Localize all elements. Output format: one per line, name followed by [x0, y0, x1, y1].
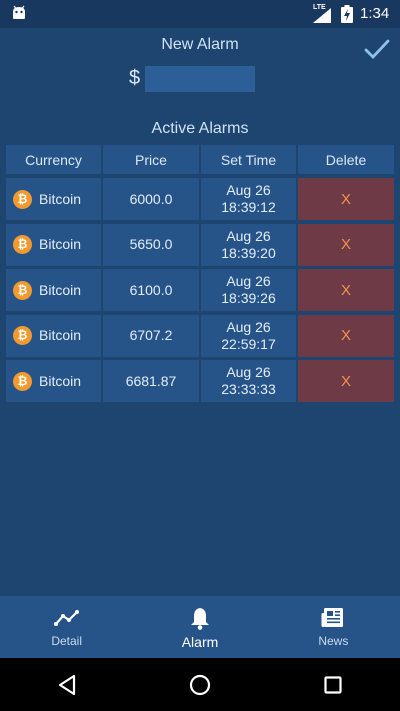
currency-cell: ₿ Bitcoin [6, 314, 101, 357]
nav-label: Alarm [181, 634, 219, 650]
set-time-cell: Aug 26 18:39:20 [201, 223, 296, 266]
column-header-set-time: Set Time [201, 145, 296, 174]
alarm-price-input[interactable] [145, 66, 255, 92]
set-time: 18:39:26 [221, 290, 276, 306]
set-time-cell: Aug 26 18:39:12 [201, 178, 296, 220]
set-time-cell: Aug 26 22:59:17 [201, 314, 296, 357]
set-date: Aug 26 [226, 364, 271, 380]
page-title: New Alarm [161, 36, 239, 53]
clock: 1:34 [360, 5, 390, 22]
delete-alarm-button[interactable]: X [298, 314, 394, 357]
price-cell: 6707.2 [103, 314, 199, 357]
check-icon[interactable] [364, 38, 390, 60]
set-date: Aug 26 [226, 182, 271, 198]
bitcoin-icon: ₿ [13, 235, 32, 254]
table-row: ₿ Bitcoin 6100.0 Aug 26 18:39:26 X [6, 269, 394, 311]
table-row: ₿ Bitcoin 6681.87 Aug 26 23:33:33 X [6, 360, 394, 402]
bell-icon [189, 606, 211, 630]
nav-item-news[interactable]: News [267, 596, 400, 658]
currency-name: Bitcoin [39, 281, 82, 298]
table-row: ₿ Bitcoin 6707.2 Aug 26 22:59:17 X [6, 314, 394, 357]
set-time: 18:39:12 [221, 199, 276, 215]
column-header-delete: Delete [298, 145, 394, 174]
table-row: ₿ Bitcoin 5650.0 Aug 26 18:39:20 X [6, 223, 394, 266]
system-nav-bar [0, 658, 400, 711]
set-time-cell: Aug 26 23:33:33 [201, 360, 296, 402]
table-row: ₿ Bitcoin 6000.0 Aug 26 18:39:12 X [6, 178, 394, 220]
currency-name: Bitcoin [39, 190, 82, 207]
bitcoin-icon: ₿ [13, 326, 32, 345]
currency-cell: ₿ Bitcoin [6, 178, 101, 220]
currency-name: Bitcoin [39, 236, 82, 252]
price-cell: 6000.0 [103, 178, 199, 220]
delete-alarm-button[interactable]: X [298, 269, 394, 311]
delete-alarm-button[interactable]: X [298, 223, 394, 266]
set-date: Aug 26 [226, 273, 271, 289]
chart-line-icon [53, 606, 80, 630]
price-cell: 6100.0 [103, 269, 199, 311]
delete-alarm-button[interactable]: X [298, 360, 394, 402]
signal-icon [313, 8, 331, 23]
set-date: Aug 26 [226, 318, 271, 335]
bitcoin-icon: ₿ [13, 280, 32, 300]
active-alarms-title: Active Alarms [151, 120, 249, 137]
recents-icon[interactable] [303, 665, 363, 705]
currency-cell: ₿ Bitcoin [6, 223, 101, 266]
alarms-table: Currency Price Set Time Delete ₿ Bitcoin… [6, 145, 394, 406]
currency-symbol: $ [129, 67, 141, 89]
delete-alarm-button[interactable]: X [298, 178, 394, 220]
price-cell: 6681.87 [103, 360, 199, 402]
newspaper-icon [321, 606, 345, 630]
set-time: 23:33:33 [221, 381, 276, 397]
back-icon[interactable] [37, 665, 97, 705]
bitcoin-icon: ₿ [13, 189, 32, 209]
battery-charging-icon [341, 5, 353, 23]
bitcoin-icon: ₿ [13, 371, 32, 391]
currency-name: Bitcoin [39, 327, 82, 343]
currency-name: Bitcoin [39, 372, 82, 389]
table-header: Currency Price Set Time Delete [6, 145, 394, 174]
currency-cell: ₿ Bitcoin [6, 360, 101, 402]
set-time: 22:59:17 [221, 335, 276, 352]
price-cell: 5650.0 [103, 223, 199, 266]
column-header-price: Price [103, 145, 199, 174]
currency-cell: ₿ Bitcoin [6, 269, 101, 311]
column-header-currency: Currency [6, 145, 101, 174]
nav-item-detail[interactable]: Detail [0, 596, 133, 658]
bottom-nav: Detail Alarm News [0, 596, 400, 658]
set-time-cell: Aug 26 18:39:26 [201, 269, 296, 311]
set-date: Aug 26 [226, 227, 271, 244]
nav-label: News [318, 634, 349, 648]
status-bar: LTE 1:34 [0, 0, 400, 28]
android-icon [13, 5, 25, 19]
alarm-rows: ₿ Bitcoin 6000.0 Aug 26 18:39:12 X ₿ Bitc… [6, 178, 394, 402]
nav-label: Detail [51, 634, 82, 648]
nav-item-alarm[interactable]: Alarm [133, 596, 266, 658]
set-time: 18:39:20 [221, 244, 276, 261]
home-icon[interactable] [170, 665, 230, 705]
